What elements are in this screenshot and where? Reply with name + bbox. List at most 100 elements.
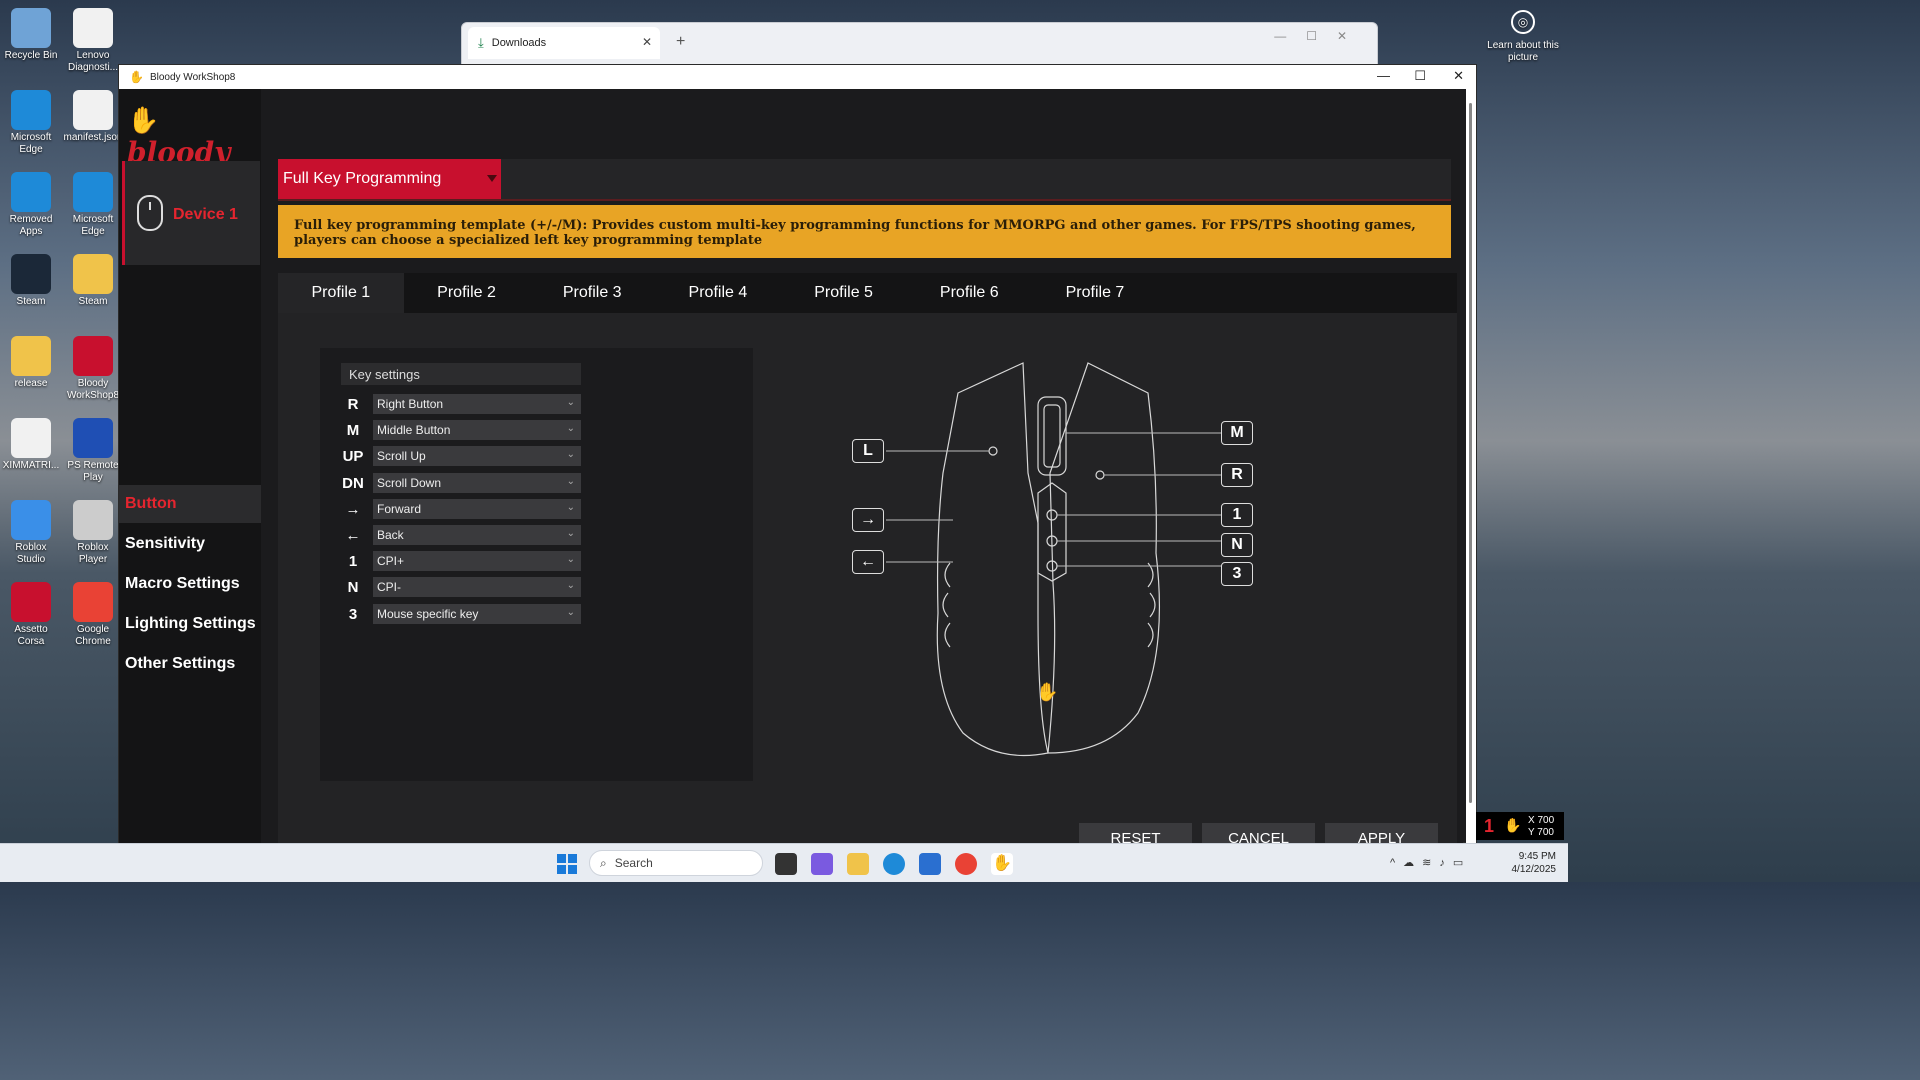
app-icon (73, 336, 113, 376)
tab-profile-2[interactable]: Profile 2 (404, 273, 530, 313)
tab-profile-3[interactable]: Profile 3 (529, 273, 655, 313)
maximize-button[interactable]: ☐ (1414, 68, 1426, 84)
chevron-down-icon: ⌄ (566, 501, 575, 513)
camera-icon: ◎ (1511, 10, 1535, 34)
tab-profile-5[interactable]: Profile 5 (781, 273, 907, 313)
bloody-workshop-window: ✋ Bloody WorkShop8 — ☐ ✕ ✋ bloody Device… (118, 64, 1477, 853)
desktop-icon[interactable]: Roblox Player (62, 500, 124, 566)
app-titlebar: ✋ Bloody WorkShop8 — ☐ ✕ (119, 65, 1476, 89)
menu-item-sensitivity[interactable]: Sensitivity (119, 525, 261, 563)
copilot-icon[interactable] (811, 853, 833, 875)
key-label: 1 (348, 553, 358, 571)
start-icon[interactable] (557, 854, 577, 874)
tab-profile-1[interactable]: Profile 1 (278, 273, 404, 313)
mouse-callout: 3 (1221, 562, 1253, 586)
key-label: UP (342, 448, 364, 466)
desktop-icon[interactable]: Microsoft Edge (62, 172, 124, 238)
learn-about-picture[interactable]: ◎ Learn about this picture (1486, 10, 1560, 64)
key-action-dropdown[interactable]: Forward ⌄ (373, 498, 581, 519)
desktop-icon[interactable]: Recycle Bin (0, 8, 62, 62)
desktop-icon[interactable]: Steam (0, 254, 62, 308)
mouse-callout: N (1221, 533, 1253, 557)
key-setting-row: DN Scroll Down ⌄ (341, 472, 581, 493)
key-setting-row: UP Scroll Up ⌄ (341, 446, 581, 467)
download-icon: ⤓ (478, 35, 484, 50)
chevron-down-icon: ⌄ (566, 580, 575, 592)
app-icon (73, 582, 113, 622)
mouse-diagram: ✋ L M R → 1 N ← 3 (838, 353, 1258, 773)
desktop-icon[interactable]: Removed Apps (0, 172, 62, 238)
device-label: Device 1 (173, 206, 238, 223)
desktop-icon[interactable]: Steam (62, 254, 124, 308)
mouse-callout: R (1221, 463, 1253, 487)
desktop-icon[interactable]: Roblox Studio (0, 500, 62, 566)
key-action-dropdown[interactable]: Right Button ⌄ (373, 394, 581, 414)
menu-item-lighting-settings[interactable]: Lighting Settings (119, 605, 261, 643)
file-explorer-icon[interactable] (847, 853, 869, 875)
mouse-icon (137, 195, 163, 231)
window-controls[interactable]: —☐✕ (1274, 29, 1367, 43)
key-label: DN (342, 474, 364, 492)
key-action-dropdown[interactable]: Scroll Down ⌄ (373, 472, 581, 493)
desktop-icon[interactable]: Bloody WorkShop8 (62, 336, 124, 402)
task-view-icon[interactable] (775, 853, 797, 875)
desktop-icon[interactable]: Lenovo Diagnosti... (62, 8, 124, 74)
desktop-icon[interactable]: Microsoft Edge (0, 90, 62, 156)
desktop-icon[interactable]: XIMMATRI... (0, 418, 62, 472)
key-action-dropdown[interactable]: CPI+ ⌄ (373, 551, 581, 572)
key-action-dropdown[interactable]: Back ⌄ (373, 525, 581, 545)
key-action-dropdown[interactable]: Mouse specific key ⌄ (373, 603, 581, 624)
desktop-icon[interactable]: release (0, 336, 62, 390)
chevron-down-icon: ⌄ (566, 475, 575, 487)
close-tab-icon[interactable]: ✕ (642, 35, 652, 49)
key-label: R (347, 396, 359, 413)
app-icon (11, 172, 51, 212)
mouse-callout: L (852, 439, 884, 463)
taskbar-search[interactable]: ⌕ Search (589, 850, 763, 876)
downloads-tab[interactable]: ⤓ Downloads ✕ (468, 27, 660, 59)
chevron-down-icon (487, 175, 497, 182)
mode-bar: Full Key Programming (278, 159, 1451, 201)
key-action-dropdown[interactable]: CPI- ⌄ (373, 577, 581, 598)
edge-icon[interactable] (883, 853, 905, 875)
app-icon (11, 582, 51, 622)
desktop-icon[interactable]: Assetto Corsa (0, 582, 62, 648)
desktop-icon[interactable]: Google Chrome (62, 582, 124, 648)
key-action-dropdown[interactable]: Middle Button ⌄ (373, 420, 581, 441)
notice-banner: Full key programming template (+/-/M): P… (278, 205, 1451, 258)
clock[interactable]: 9:45 PM 4/12/2025 (1512, 850, 1557, 876)
cpi-badge: 1 (1484, 816, 1495, 836)
tab-profile-4[interactable]: Profile 4 (655, 273, 781, 313)
app-icon (73, 254, 113, 294)
minimize-button[interactable]: — (1377, 68, 1390, 83)
svg-text:✋: ✋ (1036, 681, 1058, 703)
close-button[interactable]: ✕ (1453, 68, 1464, 84)
bloody-hand-icon: ✋ (127, 106, 160, 136)
app-icon (11, 336, 51, 376)
key-action-dropdown[interactable]: Scroll Up ⌄ (373, 446, 581, 467)
store-icon[interactable] (919, 853, 941, 875)
menu-item-button[interactable]: Button (119, 485, 261, 523)
tab-profile-6[interactable]: Profile 6 (906, 273, 1032, 313)
tab-profile-7[interactable]: Profile 7 (1032, 273, 1158, 313)
device-selector[interactable]: Device 1 (122, 161, 260, 265)
bloody-taskbar-icon[interactable]: ✋ (991, 853, 1013, 875)
desktop-icon[interactable]: PS Remote Play (62, 418, 124, 484)
key-label: N (347, 579, 359, 597)
scrollbar-thumb[interactable] (1469, 103, 1472, 803)
key-setting-row: R Right Button ⌄ (341, 394, 581, 414)
desktop-icon[interactable]: manifest.json (62, 90, 124, 144)
scrollbar[interactable] (1466, 89, 1476, 844)
menu-item-other-settings[interactable]: Other Settings (119, 645, 261, 683)
chevron-down-icon: ⌄ (566, 397, 575, 408)
chrome-icon[interactable] (955, 853, 977, 875)
search-icon: ⌕ (600, 855, 607, 870)
bloody-hand-icon: ✋ (1504, 817, 1522, 833)
mode-dropdown[interactable]: Full Key Programming (278, 159, 501, 199)
key-setting-row: N CPI- ⌄ (341, 577, 581, 598)
new-tab-button[interactable]: + (676, 33, 685, 51)
key-setting-row: → Forward ⌄ (341, 498, 581, 519)
system-tray-icons[interactable]: ^☁≋♪▭ (1390, 856, 1471, 869)
app-icon (73, 90, 113, 130)
menu-item-macro-settings[interactable]: Macro Settings (119, 565, 261, 603)
